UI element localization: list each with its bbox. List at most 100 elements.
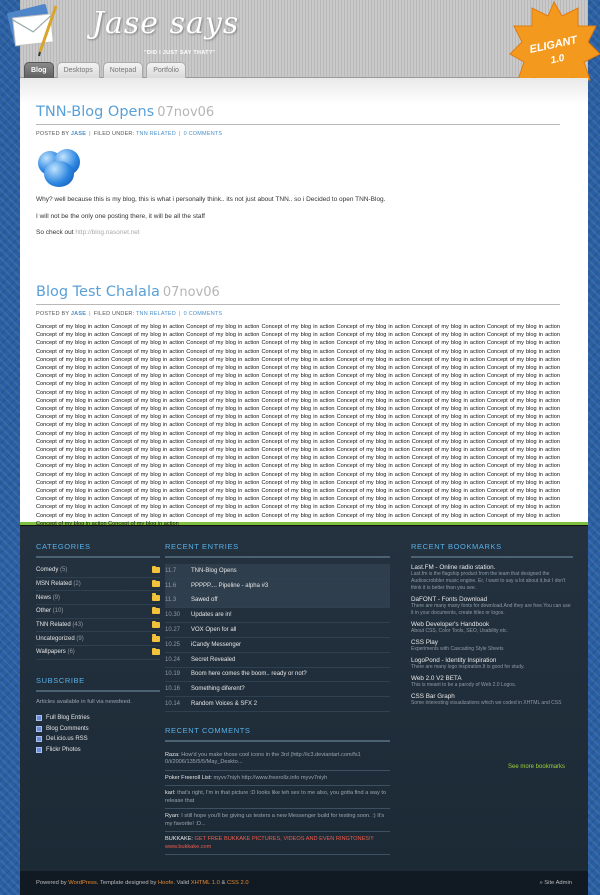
comment-item[interactable]: Poker Freeroll List: myvv7niyh http://ww… (165, 771, 390, 787)
nav-tabs: Blog Desktops Notepad Portfolio (24, 62, 186, 78)
post-tnn-blog-opens: TNN-Blog Opens 07nov06 POSTED BY JASE | FIL… (36, 104, 560, 238)
entry-title: TNN-Blog Opens (191, 567, 237, 574)
entry-title: PPPPP.... Pipeline - alpha #3 (191, 582, 269, 589)
designer-link[interactable]: Hoofe (158, 880, 173, 886)
tab-blog[interactable]: Blog (24, 62, 54, 78)
feed-item[interactable]: Full Blog Entries (36, 713, 160, 724)
entry-item[interactable]: 10.30 Updates are in! (165, 608, 390, 624)
bookmark-item[interactable]: Web Developer's Handbook About CSS, Color… (411, 621, 573, 635)
credits-bar: Powered by WordPress. Template designed … (20, 871, 588, 895)
bookmark-item[interactable]: DaFONT - Fonts Download There are many ma… (411, 596, 573, 617)
author-link[interactable]: JASE (71, 311, 86, 317)
entry-title: Boom here comes the boom.. ready or not? (191, 671, 307, 678)
comment-item[interactable]: Raza: How'd you make those cool icons in… (165, 748, 390, 771)
bookmark-item[interactable]: LogoPond - Identity Inspiration There are… (411, 657, 573, 671)
entry-item[interactable]: 10.19 Boom here comes the boom.. ready or… (165, 668, 390, 683)
folder-icon (152, 634, 160, 642)
comment-item[interactable]: karl: that's right, I'm in that picture … (165, 786, 390, 810)
entry-date: 10.16 (165, 686, 181, 693)
posted-by-label: POSTED BY (36, 311, 70, 317)
bookmark-title: DaFONT - Fonts Download (411, 596, 488, 603)
feed-item[interactable]: Blog Comments (36, 723, 160, 734)
css-link[interactable]: CSS 2.0 (227, 880, 249, 886)
blog-link[interactable]: http://blog.nasonet.net (75, 229, 139, 236)
main-content: TNN-Blog Opens 07nov06 POSTED BY JASE | FIL… (20, 78, 588, 527)
chat-bubbles-icon (36, 145, 86, 189)
entry-title: Secret Revealed (191, 656, 236, 663)
post-body: Concept of my blog in action Concept of … (36, 324, 560, 527)
feed-label: Blog Comments (46, 725, 89, 732)
category-link[interactable]: TNN RELATED (136, 311, 176, 317)
powered-by-label: Powered by (36, 880, 67, 886)
author-link[interactable]: JASE (71, 131, 86, 137)
category-item[interactable]: Uncategorized (9) (36, 632, 160, 647)
post-title-link[interactable]: TNN-Blog Opens (36, 104, 154, 120)
post-meta: POSTED BY JASE | FILED UNDER: TNN RELATED |… (36, 311, 223, 317)
xhtml-link[interactable]: XHTML 1.0 (191, 880, 220, 886)
folder-icon (152, 606, 160, 615)
entry-date: 11.6 (165, 582, 177, 589)
tab-desktops[interactable]: Desktops (56, 62, 100, 78)
bookmark-desc: There are many logo inspiration.It is go… (411, 664, 525, 670)
bookmark-item[interactable]: Web 2.0 V2 BETA This is meant to be a par… (411, 675, 573, 689)
recent-entries-heading: RECENT ENTRIES (165, 542, 390, 558)
entry-item[interactable]: 10.14 Random Voices & SFX 2 (165, 697, 390, 712)
entry-item[interactable]: 11.6 PPPPP.... Pipeline - alpha #3 (165, 578, 390, 594)
post-paragraph: I will not be the only one posting there… (36, 212, 205, 220)
category-item[interactable]: TNN Related (43) (36, 619, 160, 633)
category-item[interactable]: Comedy (5) (36, 564, 160, 578)
recent-bookmarks-widget: RECENT BOOKMARKS Last.FM - Online radio … (411, 542, 573, 770)
entry-date: 10.19 (165, 671, 181, 678)
feed-item[interactable]: Del.icio.us RSS (36, 734, 160, 745)
bookmark-desc: Experiments with Cascading Style Sheets (411, 646, 504, 652)
comment-item[interactable]: BUKKAKE: GET FREE BUKKAKE PICTURES, VIDE… (165, 832, 390, 856)
entry-title: Updates are in! (191, 612, 232, 619)
entry-item[interactable]: 10.27 VOX Open for all (165, 623, 390, 638)
bookmark-item[interactable]: CSS Play Experiments with Cascading Style… (411, 639, 573, 653)
folder-icon (152, 593, 160, 601)
site-tagline: "DID I JUST SAY THAT?" (144, 50, 216, 56)
comment-text: that's right, I'm in that picture :D loo… (165, 790, 387, 804)
comments-link[interactable]: 0 COMMENTS (184, 131, 223, 137)
entry-date: 10.27 (165, 627, 181, 634)
entry-item[interactable]: 10.16 Something diferent? (165, 682, 390, 698)
tab-portfolio[interactable]: Portfolio (146, 62, 186, 78)
entry-item[interactable]: 10.25 iCandy Messenger (165, 638, 390, 653)
see-more-bookmarks-link[interactable]: See more bookmarks (508, 764, 565, 770)
category-item[interactable]: Wallpapers (6) (36, 646, 160, 660)
entry-title: iCandy Messenger (191, 641, 242, 648)
recent-comments-heading: RECENT COMMENTS (165, 726, 390, 742)
category-item[interactable]: MSN Related (2) (36, 578, 160, 592)
subscribe-heading: SUBSCRIBE (36, 676, 160, 692)
bookmark-item[interactable]: Last.FM - Online radio station. Last.fm i… (411, 564, 573, 592)
category-label: Wallpapers (36, 649, 66, 656)
entry-item[interactable]: 11.3 Sawed off (165, 593, 390, 609)
post-title-link[interactable]: Blog Test Chalala (36, 284, 160, 300)
site-admin-link[interactable]: » Site Admin (539, 871, 572, 895)
entry-item[interactable]: 10.24 Secret Revealed (165, 653, 390, 668)
feed-item[interactable]: Flickr Photos (36, 744, 160, 755)
entry-title: Random Voices & SFX 2 (191, 701, 258, 708)
site-title[interactable]: Jase says (92, 6, 239, 41)
subscribe-text: Articles available in full via newsfeed. (36, 698, 132, 705)
comment-item[interactable]: Ryan: I still hope you'll be giving us t… (165, 809, 390, 833)
posted-by-label: POSTED BY (36, 131, 70, 137)
bookmark-desc: Some interesting visualizations which we… (411, 700, 562, 706)
category-item[interactable]: Other (10) (36, 605, 160, 619)
entry-item[interactable]: 11.7 TNN-Blog Opens (165, 564, 390, 579)
bookmark-desc: Last.fm is the flagship product from the… (411, 571, 566, 591)
entry-date: 10.14 (165, 701, 181, 708)
comments-link[interactable]: 0 COMMENTS (184, 311, 223, 317)
tab-notepad[interactable]: Notepad (102, 62, 144, 78)
category-count: (2) (73, 581, 81, 588)
entry-title: VOX Open for all (191, 627, 237, 634)
wordpress-link[interactable]: WordPress (68, 880, 97, 886)
category-link[interactable]: TNN RELATED (136, 131, 176, 137)
category-label: TNN Related (36, 622, 71, 629)
bookmark-desc: About CSS, Color Tools, SEO, Usability e… (411, 628, 508, 634)
envelope-pen-icon[interactable] (6, 2, 66, 58)
feed-label: Del.icio.us RSS (46, 736, 88, 743)
comment-text: myvv7niyh http://www.freerollz.info myvv… (213, 774, 328, 781)
category-item[interactable]: News (9) (36, 591, 160, 606)
bookmark-item[interactable]: CSS Bar Graph Some interesting visualizat… (411, 693, 573, 707)
